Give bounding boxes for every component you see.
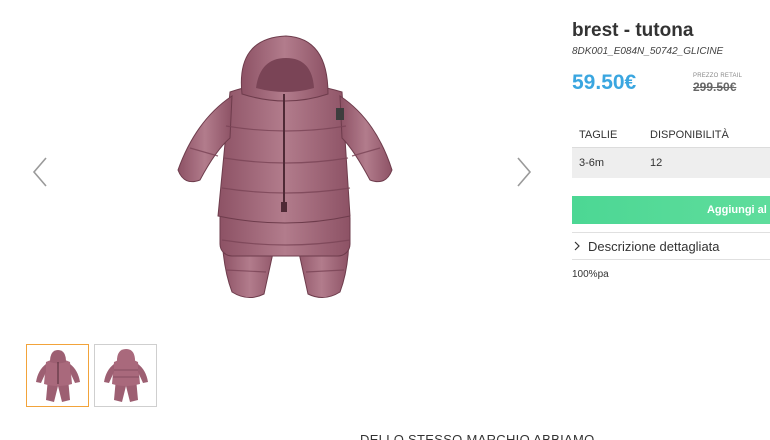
chevron-right-icon[interactable]: [512, 152, 536, 192]
add-to-cart-label: Aggiungi al c: [706, 204, 770, 216]
column-header-availability: DISPONIBILITÀ: [643, 123, 770, 148]
product-title: brest - tutona: [572, 20, 694, 41]
retail-price-block: PREZZO RETAIL 299.50€: [693, 73, 742, 94]
product-page: DELLO STESSO MARCHIO ABBIAMO brest - tut…: [0, 0, 770, 440]
price-row: 59.50€ PREZZO RETAIL 299.50€: [572, 71, 770, 101]
product-sku: 8DK001_E084N_50742_GLICINE: [572, 46, 724, 57]
description-text: 100%pa: [572, 269, 609, 280]
chevron-left-icon[interactable]: [28, 152, 52, 192]
description-toggle[interactable]: Descrizione dettagliata: [572, 232, 770, 260]
column-header-size: TAGLIE: [572, 123, 643, 148]
related-products-heading: DELLO STESSO MARCHIO ABBIAMO: [360, 432, 595, 440]
product-main-image: [170, 30, 400, 310]
availability-cell: 12: [643, 147, 770, 178]
description-toggle-label: Descrizione dettagliata: [588, 238, 720, 254]
table-row[interactable]: 3-6m 12: [572, 147, 770, 178]
chevron-right-icon: [572, 241, 582, 251]
thumbnail-front[interactable]: [26, 344, 89, 407]
thumbnail-strip: [26, 344, 157, 407]
size-cell: 3-6m: [572, 147, 643, 178]
product-info: brest - tutona 8DK001_E084N_50742_GLICIN…: [572, 18, 770, 280]
add-to-cart-button[interactable]: Aggiungi al c: [572, 196, 770, 224]
retail-price: 299.50€: [693, 80, 737, 94]
thumbnail-back[interactable]: [94, 344, 157, 407]
retail-price-label: PREZZO RETAIL: [693, 73, 743, 79]
product-price: 59.50€: [572, 71, 637, 94]
size-availability-table: TAGLIE DISPONIBILITÀ 3-6m 12: [572, 123, 770, 178]
table-header-row: TAGLIE DISPONIBILITÀ: [572, 123, 770, 148]
